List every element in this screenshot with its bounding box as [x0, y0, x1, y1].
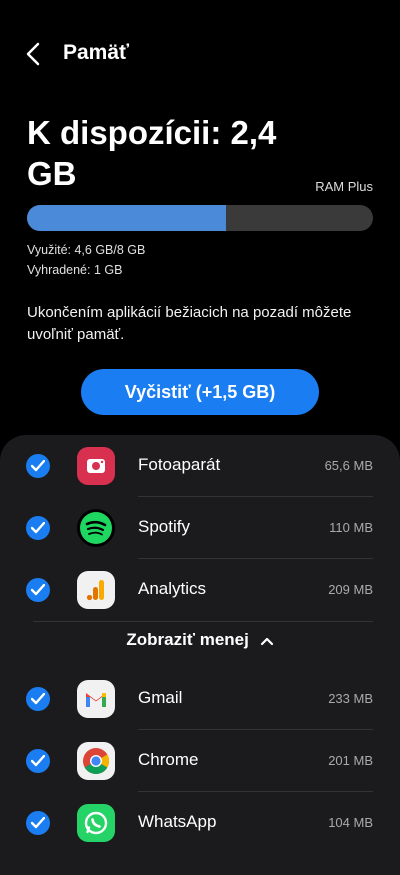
- whatsapp-icon: [77, 804, 115, 842]
- app-size: 233 MB: [328, 691, 373, 706]
- spotify-icon: [77, 509, 115, 547]
- app-name: Analytics: [138, 579, 207, 598]
- available-memory-label: K dispozícii: 2,4 GB: [27, 114, 277, 192]
- checkbox-icon[interactable]: [26, 749, 50, 773]
- app-name: Fotoaparát: [138, 455, 221, 474]
- show-less-label: Zobraziť menej: [126, 630, 249, 649]
- reserved-memory-text: Vyhradené: 1 GB: [27, 263, 123, 277]
- app-name: Spotify: [138, 517, 190, 536]
- used-memory-text: Využité: 4,6 GB/8 GB: [27, 243, 146, 257]
- app-name: Chrome: [138, 750, 199, 769]
- divider: [33, 621, 373, 622]
- app-header: Pamäť: [0, 30, 400, 78]
- app-row-analytics[interactable]: Analytics 209 MB: [0, 559, 400, 621]
- checkbox-icon[interactable]: [26, 811, 50, 835]
- chrome-icon: [77, 742, 115, 780]
- checkbox-icon[interactable]: [26, 687, 50, 711]
- app-row-fotoaparat[interactable]: Fotoaparát 65,6 MB: [0, 435, 400, 497]
- app-size: 65,6 MB: [324, 458, 373, 473]
- app-size: 110 MB: [329, 520, 373, 535]
- memory-usage-bar: [27, 205, 373, 231]
- analytics-icon: [77, 571, 115, 609]
- camera-icon: [77, 447, 115, 485]
- gmail-icon: [77, 680, 115, 718]
- app-row-gmail[interactable]: Gmail 233 MB: [0, 668, 400, 730]
- app-size: 104 MB: [328, 815, 373, 830]
- app-row-whatsapp[interactable]: WhatsApp 104 MB: [0, 792, 400, 854]
- app-size: 209 MB: [328, 582, 373, 597]
- app-name: Gmail: [138, 688, 183, 707]
- app-size: 201 MB: [328, 753, 373, 768]
- description-text: Ukončením aplikácií bežiacich na pozadí …: [27, 304, 352, 343]
- app-name: WhatsApp: [138, 812, 217, 831]
- app-row-chrome[interactable]: Chrome 201 MB: [0, 730, 400, 792]
- ram-plus-link[interactable]: RAM Plus: [315, 179, 373, 194]
- checkbox-icon[interactable]: [26, 516, 50, 540]
- app-row-spotify[interactable]: Spotify 110 MB: [0, 497, 400, 559]
- back-icon[interactable]: [22, 40, 48, 68]
- checkbox-icon[interactable]: [26, 578, 50, 602]
- checkbox-icon[interactable]: [26, 454, 50, 478]
- chevron-up-icon: [260, 631, 274, 651]
- clean-button[interactable]: Vyčistiť (+1,5 GB): [81, 369, 319, 415]
- page-title: Pamäť: [63, 41, 130, 64]
- memory-usage-bar-fill: [27, 205, 226, 231]
- show-less-toggle[interactable]: Zobraziť menej: [0, 630, 400, 651]
